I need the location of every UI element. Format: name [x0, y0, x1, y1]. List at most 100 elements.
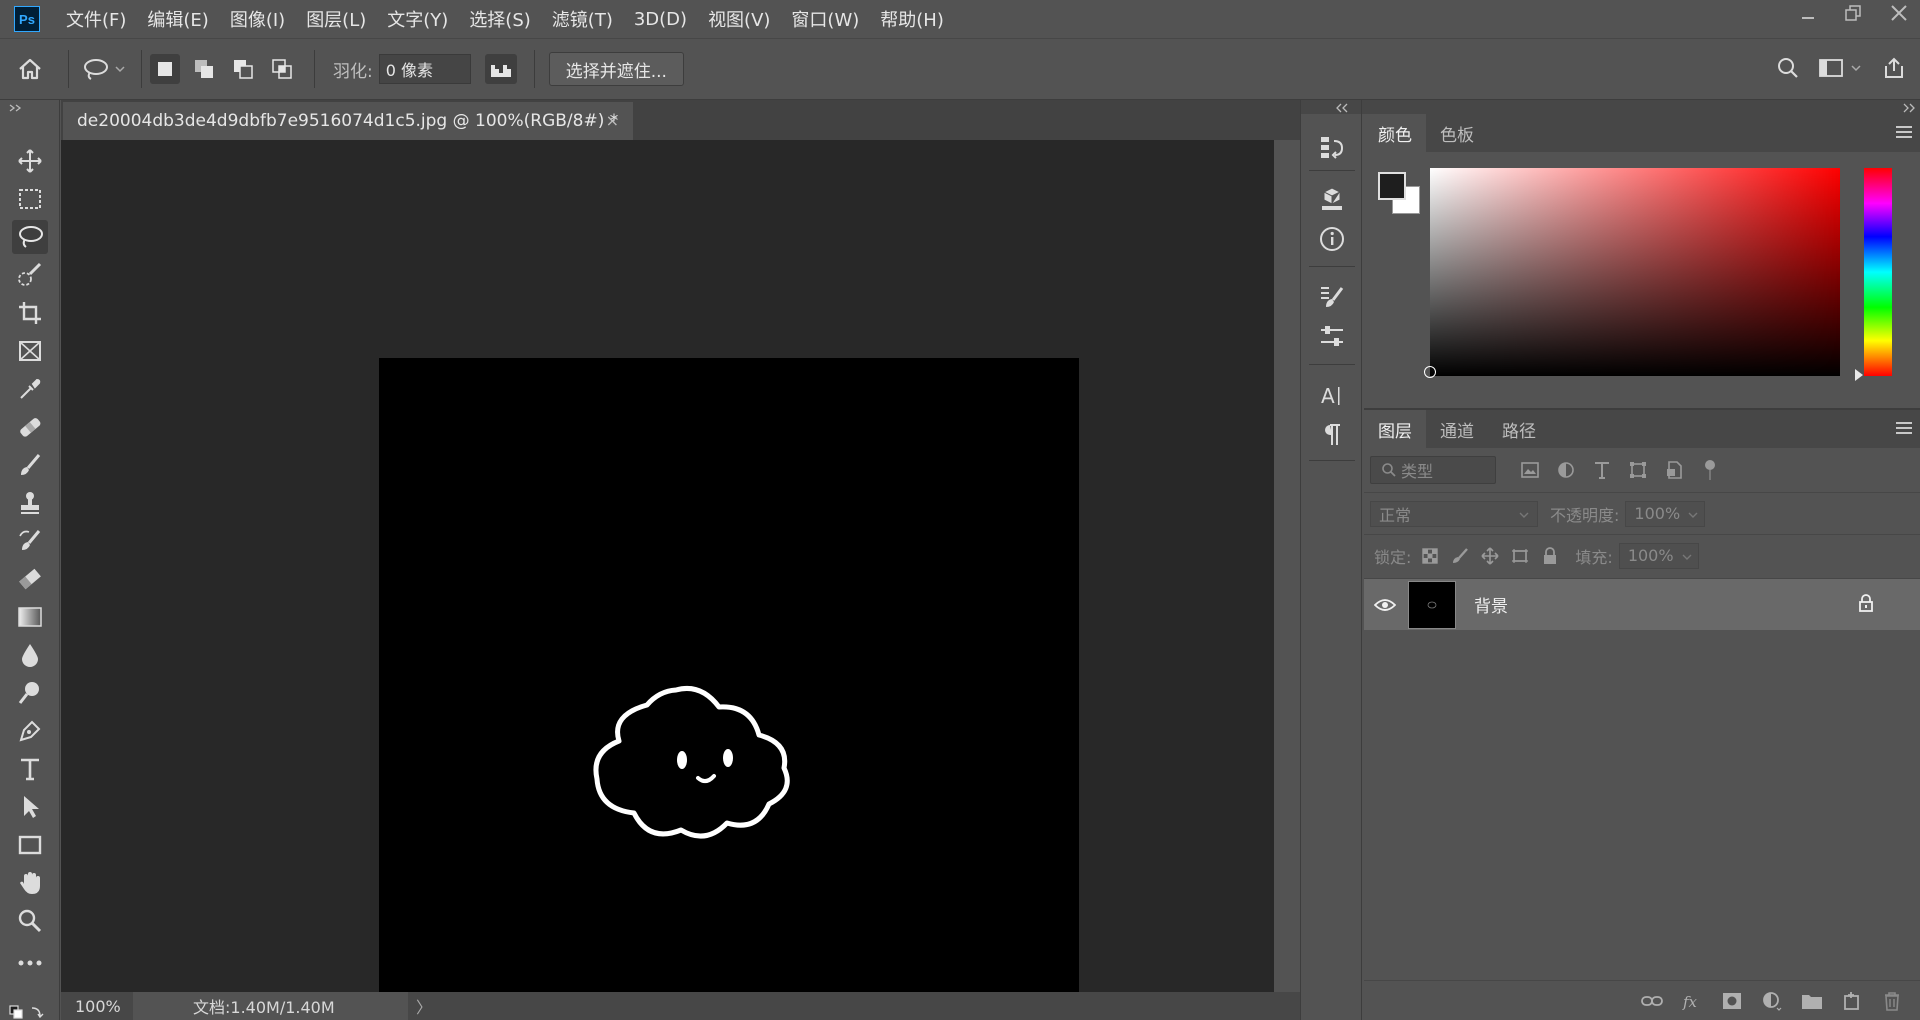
- lock-all-icon[interactable]: [1539, 545, 1561, 567]
- quick-selection-tool-icon[interactable]: [12, 258, 48, 292]
- menu-window[interactable]: 窗口(W): [791, 6, 859, 32]
- add-selection-icon[interactable]: [189, 54, 219, 84]
- status-menu-arrow-icon[interactable]: 〉: [416, 994, 432, 1018]
- new-adjustment-layer-icon[interactable]: [1760, 989, 1784, 1013]
- opacity-input[interactable]: 100%: [1625, 500, 1706, 527]
- type-layer-filter-icon[interactable]: [1590, 458, 1614, 482]
- layer-row[interactable]: 背景: [1364, 578, 1920, 630]
- panel-menu-icon[interactable]: [1896, 422, 1912, 437]
- panel-menu-icon[interactable]: [1896, 126, 1912, 141]
- subtract-selection-icon[interactable]: [228, 54, 258, 84]
- character-panel-icon[interactable]: A: [1315, 378, 1349, 412]
- layer-lock-icon[interactable]: [1858, 593, 1874, 617]
- menu-view[interactable]: 视图(V): [708, 6, 770, 32]
- workspace-icon[interactable]: [1818, 57, 1864, 83]
- document-info[interactable]: 文档:1.40M/1.40M: [133, 992, 408, 1020]
- info-panel-icon[interactable]: [1315, 222, 1349, 256]
- layer-filter-select[interactable]: 类型: [1370, 456, 1496, 484]
- history-panel-icon[interactable]: [1315, 130, 1349, 164]
- canvas-workspace[interactable]: [61, 140, 1274, 1020]
- blend-mode-select[interactable]: 正常: [1370, 500, 1538, 527]
- photoshop-logo-icon[interactable]: Ps: [14, 6, 40, 32]
- blur-tool-icon[interactable]: [12, 638, 48, 672]
- move-tool-icon[interactable]: [12, 144, 48, 178]
- menu-type[interactable]: 文字(Y): [387, 6, 448, 32]
- right-dock-collapse-bar[interactable]: [1362, 100, 1920, 114]
- select-and-mask-button[interactable]: 选择并遮住...: [548, 52, 684, 86]
- smart-object-filter-icon[interactable]: [1662, 458, 1686, 482]
- menu-image[interactable]: 图像(I): [230, 6, 285, 32]
- saturation-brightness-field[interactable]: [1430, 168, 1840, 376]
- brush-tool-icon[interactable]: [12, 448, 48, 482]
- frame-tool-icon[interactable]: [12, 334, 48, 368]
- clone-stamp-tool-icon[interactable]: [12, 486, 48, 520]
- hue-slider[interactable]: [1864, 168, 1892, 376]
- adjustment-layer-filter-icon[interactable]: [1554, 458, 1578, 482]
- 3d-panel-icon[interactable]: [1315, 182, 1349, 216]
- new-group-folder-icon[interactable]: [1800, 989, 1824, 1013]
- tab-channels[interactable]: 通道: [1426, 410, 1488, 448]
- anti-alias-icon[interactable]: [484, 54, 517, 84]
- default-colors-icon[interactable]: [8, 1004, 48, 1020]
- expand-toolbar-icon[interactable]: [8, 102, 24, 116]
- intersect-selection-icon[interactable]: [267, 54, 297, 84]
- healing-brush-tool-icon[interactable]: [12, 410, 48, 444]
- menu-file[interactable]: 文件(F): [66, 6, 126, 32]
- delete-layer-trash-icon[interactable]: [1880, 989, 1904, 1013]
- fill-input[interactable]: 100%: [1618, 542, 1699, 569]
- lock-transparent-pixels-icon[interactable]: [1419, 545, 1441, 567]
- layer-name[interactable]: 背景: [1474, 592, 1508, 617]
- color-picker-cursor[interactable]: [1424, 366, 1436, 378]
- foreground-color-swatch[interactable]: [1378, 172, 1406, 200]
- adjustments-panel-icon[interactable]: [1315, 320, 1349, 354]
- document-tab[interactable]: de20004db3de4d9dbfb7e9516074d1c5.jpg @ 1…: [63, 102, 633, 140]
- filter-toggle-icon[interactable]: [1698, 458, 1722, 482]
- eyedropper-tool-icon[interactable]: [12, 372, 48, 406]
- tab-paths[interactable]: 路径: [1488, 410, 1550, 448]
- eye-icon[interactable]: [1364, 598, 1406, 612]
- document-canvas[interactable]: [379, 358, 1079, 1020]
- restore-icon[interactable]: [1844, 3, 1862, 27]
- gradient-tool-icon[interactable]: [12, 600, 48, 634]
- menu-help[interactable]: 帮助(H): [880, 6, 944, 32]
- zoom-tool-icon[interactable]: [12, 904, 48, 938]
- path-selection-tool-icon[interactable]: [12, 790, 48, 824]
- eraser-tool-icon[interactable]: [12, 562, 48, 596]
- close-icon[interactable]: [1890, 3, 1908, 27]
- tab-layers[interactable]: 图层: [1364, 410, 1426, 448]
- marquee-tool-icon[interactable]: [12, 182, 48, 216]
- lock-image-pixels-icon[interactable]: [1449, 545, 1471, 567]
- history-brush-tool-icon[interactable]: [12, 524, 48, 558]
- lock-position-icon[interactable]: [1479, 545, 1501, 567]
- vertical-scrollbar[interactable]: [1274, 140, 1300, 992]
- hue-slider-marker-icon[interactable]: [1855, 369, 1863, 381]
- menu-layer[interactable]: 图层(L): [306, 6, 366, 32]
- dock-collapse-bar[interactable]: [1301, 100, 1361, 114]
- paragraph-panel-icon[interactable]: [1315, 418, 1349, 452]
- type-tool-icon[interactable]: [12, 752, 48, 786]
- hand-tool-icon[interactable]: [12, 866, 48, 900]
- lock-artboard-icon[interactable]: [1509, 545, 1531, 567]
- tab-color[interactable]: 颜色: [1364, 114, 1426, 152]
- brush-settings-panel-icon[interactable]: [1315, 280, 1349, 314]
- close-tab-icon[interactable]: ×: [606, 111, 619, 130]
- menu-filter[interactable]: 滤镜(T): [552, 6, 613, 32]
- layer-style-fx-icon[interactable]: fx: [1680, 989, 1704, 1013]
- crop-tool-icon[interactable]: [12, 296, 48, 330]
- home-icon[interactable]: [0, 57, 60, 81]
- menu-select[interactable]: 选择(S): [469, 6, 530, 32]
- menu-3d[interactable]: 3D(D): [634, 9, 687, 30]
- pixel-layer-filter-icon[interactable]: [1518, 458, 1542, 482]
- link-layers-icon[interactable]: [1640, 989, 1664, 1013]
- search-icon[interactable]: [1776, 56, 1800, 84]
- menu-edit[interactable]: 编辑(E): [147, 6, 208, 32]
- rectangle-tool-icon[interactable]: [12, 828, 48, 862]
- add-mask-icon[interactable]: [1720, 989, 1744, 1013]
- new-layer-icon[interactable]: [1840, 989, 1864, 1013]
- lasso-tool-icon[interactable]: [12, 220, 48, 254]
- zoom-level[interactable]: 100%: [61, 997, 133, 1016]
- shape-layer-filter-icon[interactable]: [1626, 458, 1650, 482]
- pen-tool-icon[interactable]: [12, 714, 48, 748]
- dodge-tool-icon[interactable]: [12, 676, 48, 710]
- lasso-preset-icon[interactable]: [77, 57, 133, 81]
